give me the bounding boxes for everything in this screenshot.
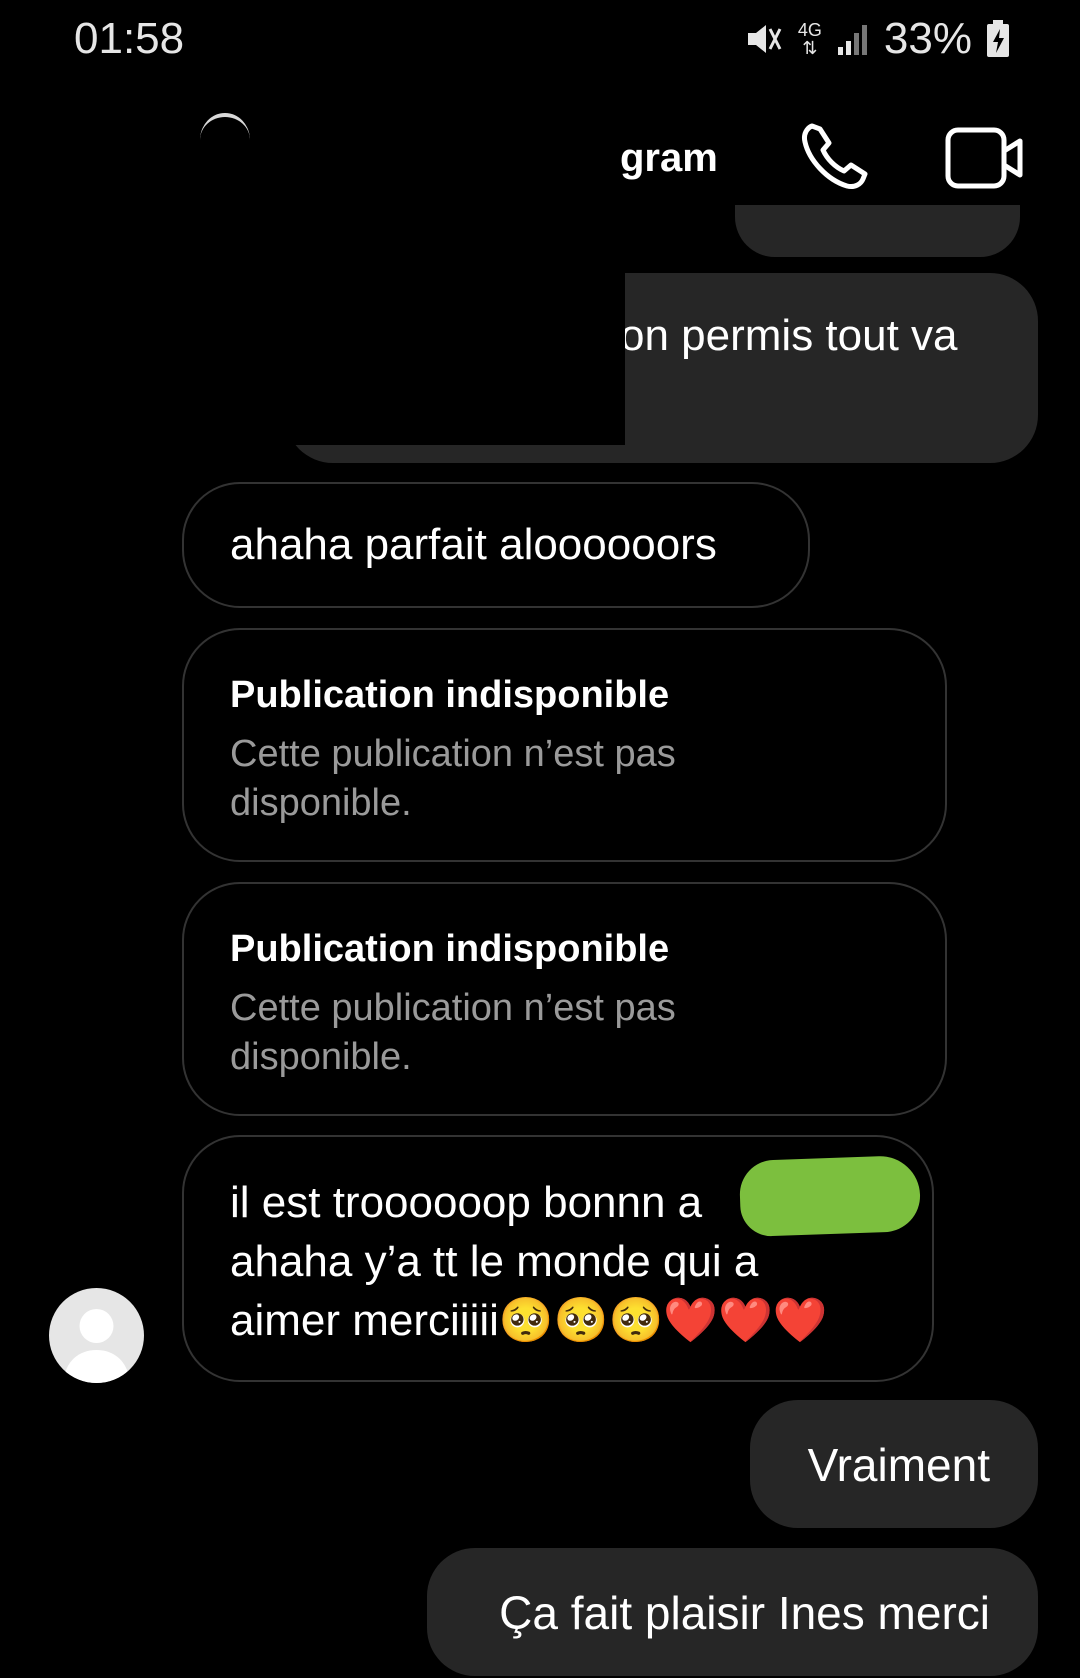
previous-message-stub (735, 205, 1020, 257)
battery-percent: 33% (883, 14, 972, 63)
message-line: ahaha y’a tt le monde qui a (230, 1237, 759, 1286)
message-bubble-sent[interactable]: Ça fait plaisir Ines merci (427, 1548, 1038, 1676)
redaction-scribble (738, 1154, 922, 1238)
signal-icon (836, 21, 870, 57)
battery-charging-icon (986, 20, 1010, 58)
message-line: il est troooooop bonnn a (230, 1178, 703, 1227)
shared-post-card[interactable]: Publication indisponible Cette publicati… (182, 882, 947, 1116)
phone-icon[interactable] (798, 120, 870, 192)
status-time: 01:58 (74, 14, 185, 63)
message-bubble-sent[interactable]: Vraiment (750, 1400, 1038, 1528)
shared-post-card[interactable]: Publication indisponible Cette publicati… (182, 628, 947, 862)
message-bubble-received[interactable]: ahaha parfait aloooooors (182, 482, 810, 608)
network-label: 4G (797, 20, 822, 40)
message-line: aimer merciiiii🥺🥺🥺❤️❤️❤️ (230, 1296, 828, 1345)
message-text: il est troooooop bonnn a ahaha y’a tt le… (230, 1173, 828, 1350)
post-description: Cette publication n’est pas disponible. (230, 987, 676, 1078)
message-text: on permis tout va (620, 311, 958, 360)
status-icons: 4G ⇅ 33% (744, 14, 1010, 64)
chat-title[interactable]: gram (620, 136, 718, 181)
message-text: ahaha parfait aloooooors (230, 520, 717, 569)
mute-icon (744, 19, 784, 59)
post-description: Cette publication n’est pas disponible. (230, 733, 676, 824)
status-bar: 01:58 4G ⇅ 33% (0, 0, 1080, 80)
post-title: Publication indisponible (230, 928, 670, 970)
network-4g-icon: 4G ⇅ (797, 20, 822, 58)
post-title: Publication indisponible (230, 674, 670, 716)
header-avatar[interactable] (200, 113, 250, 167)
message-text: Ça fait plaisir Ines merci (499, 1587, 990, 1639)
message-text: Vraiment (807, 1439, 990, 1491)
avatar[interactable] (49, 1288, 144, 1383)
video-camera-icon[interactable] (945, 125, 1025, 191)
